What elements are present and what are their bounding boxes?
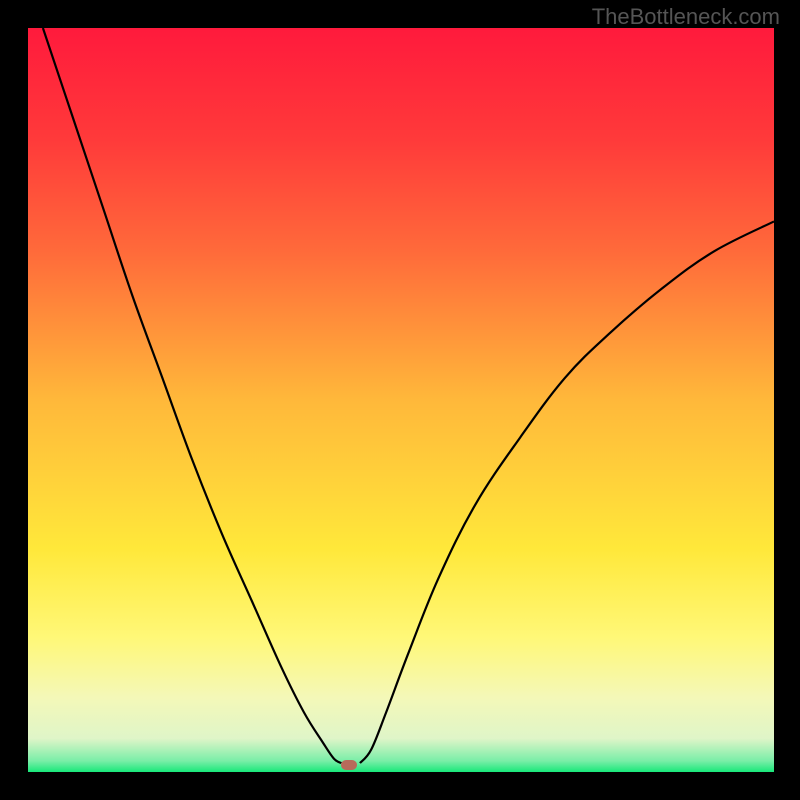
target-marker — [341, 760, 357, 770]
watermark-text: TheBottleneck.com — [592, 4, 780, 30]
bottleneck-curve — [28, 28, 774, 772]
curve-right-branch — [360, 221, 774, 763]
curve-left-branch — [43, 28, 341, 763]
plot-area — [28, 28, 774, 772]
